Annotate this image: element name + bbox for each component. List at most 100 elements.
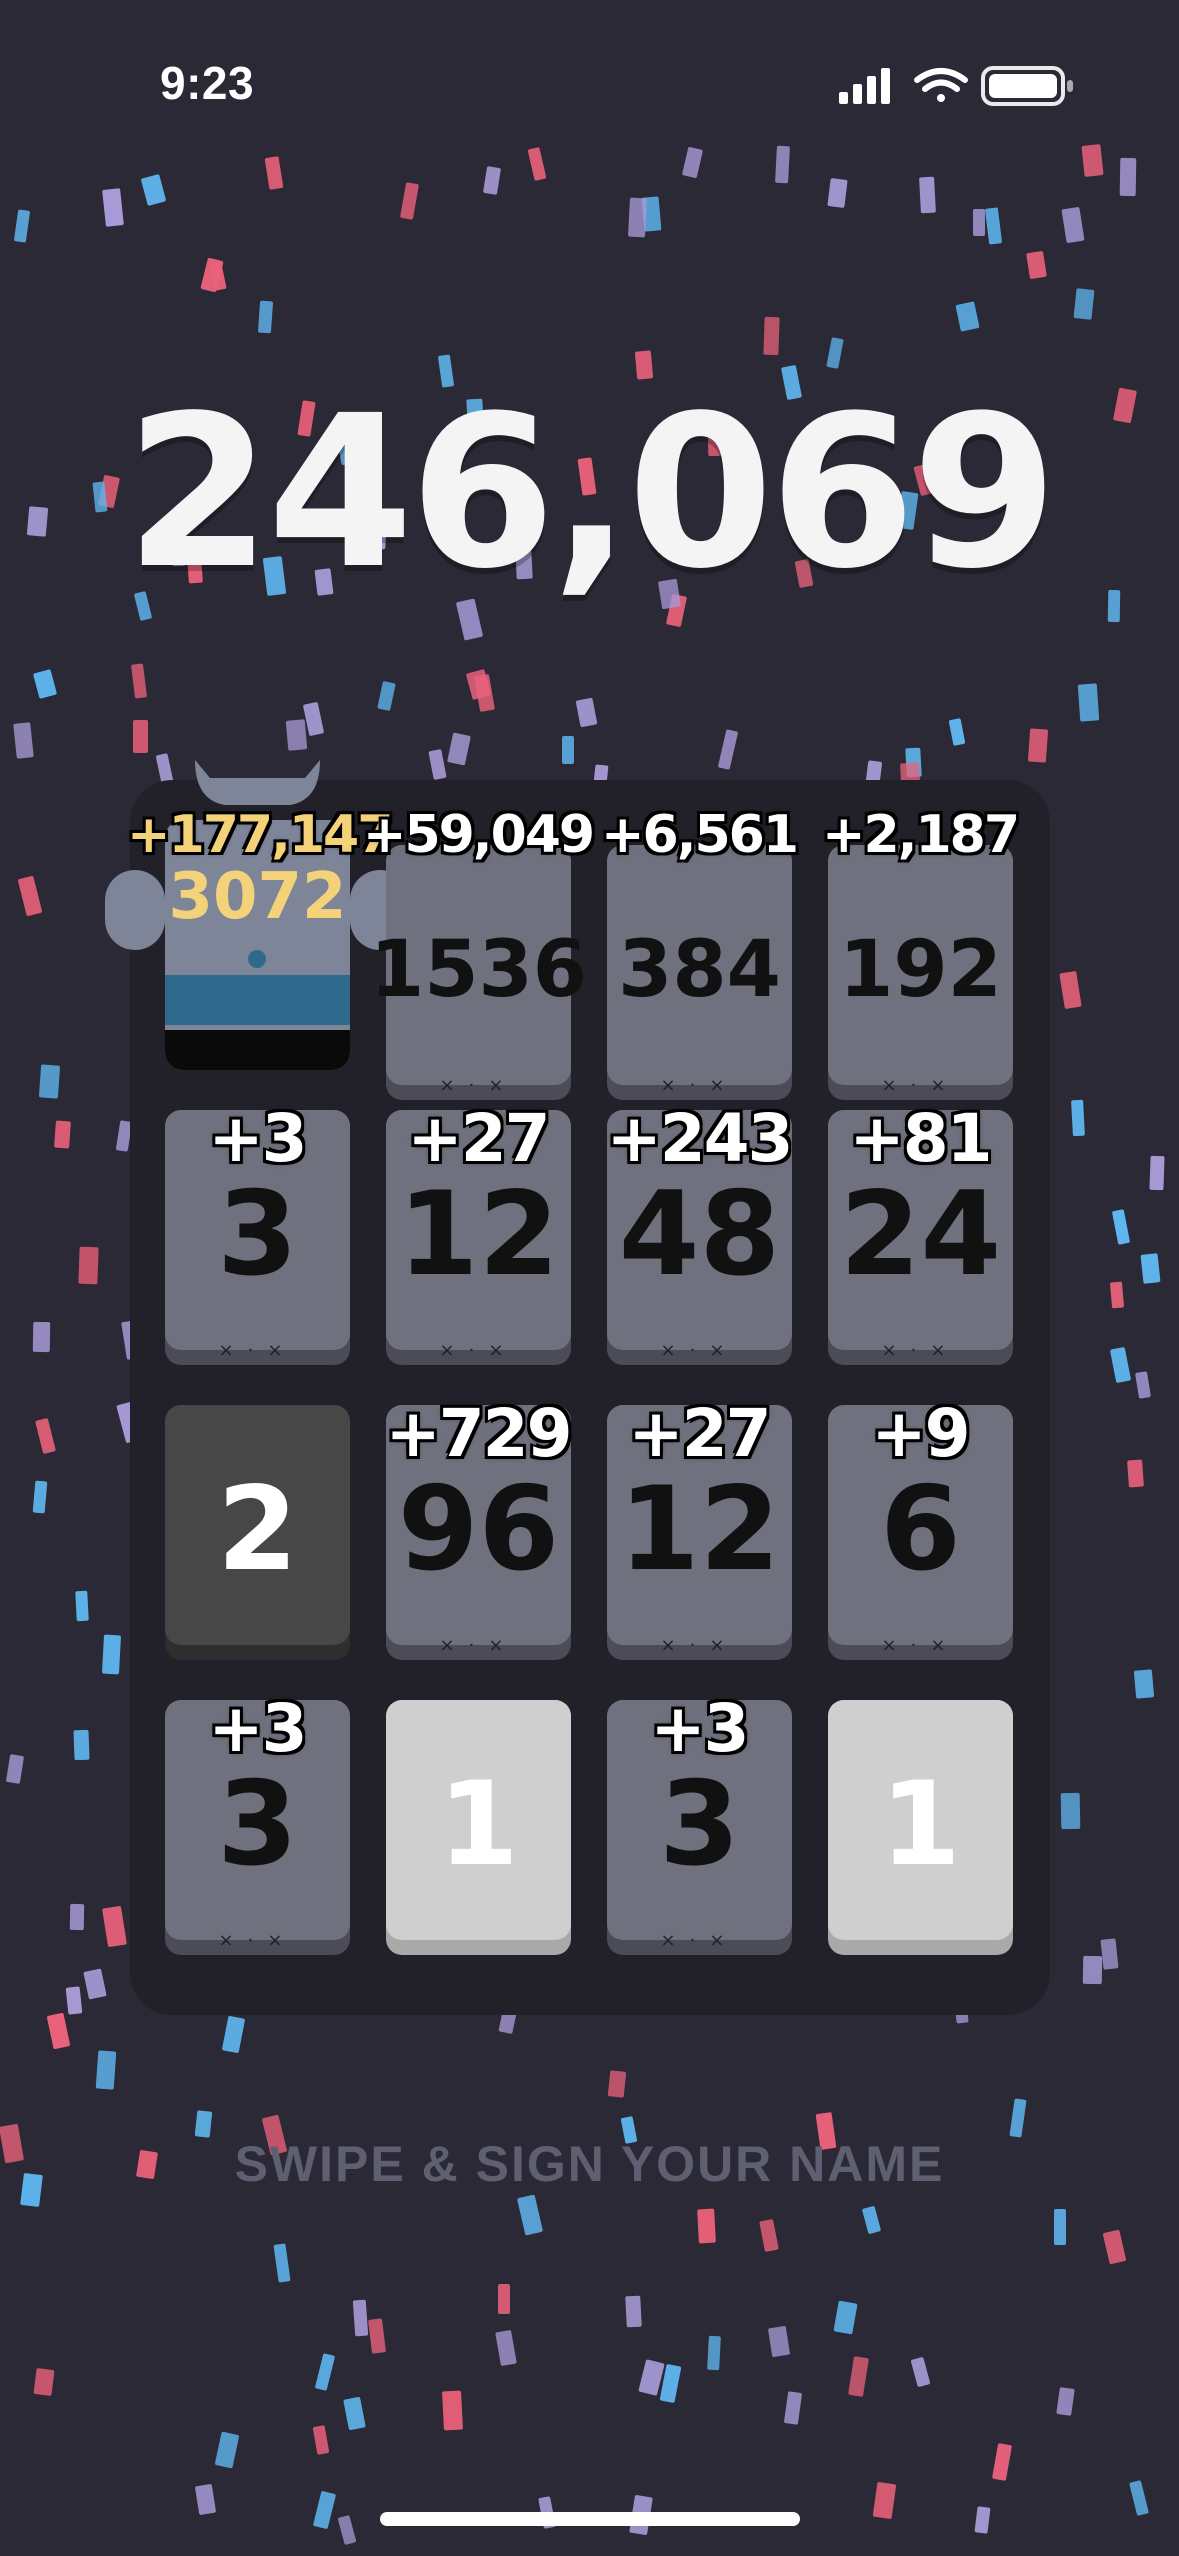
battery-icon (981, 66, 1073, 106)
confetti-piece (872, 2481, 897, 2520)
confetti-piece (1129, 2480, 1149, 2516)
tile-value: 96 (397, 1462, 560, 1597)
tile-face-icon: ×·× (660, 1075, 739, 1096)
confetti-piece (473, 673, 496, 713)
confetti-piece (95, 2050, 117, 2090)
confetti-piece (35, 1417, 56, 1455)
confetti-piece (38, 1064, 61, 1099)
confetti-piece (1102, 2229, 1127, 2265)
tile-value: 6 (880, 1462, 961, 1597)
confetti-piece (264, 156, 284, 190)
confetti-piece (641, 196, 662, 232)
confetti-piece (763, 316, 780, 356)
confetti-piece (775, 145, 790, 184)
home-indicator[interactable] (380, 2512, 800, 2526)
confetti-piece (32, 1321, 51, 1353)
confetti-piece (1081, 144, 1104, 177)
confetti-piece (75, 1590, 89, 1622)
confetti-piece (991, 2443, 1013, 2481)
confetti-piece (1027, 728, 1049, 763)
confetti-piece (627, 197, 648, 238)
bonus-label-r3c4: +9 (870, 1394, 972, 1474)
tile-value: 1 (880, 1757, 961, 1892)
confetti-piece (1127, 1459, 1144, 1488)
confetti-piece (1009, 2098, 1027, 2138)
confetti-piece (102, 188, 124, 227)
confetti-piece (1082, 1955, 1103, 1985)
confetti-piece (1149, 1155, 1165, 1191)
status-icons (839, 66, 1073, 106)
confetti-piece (209, 262, 227, 291)
tile-value: 192 (839, 925, 1002, 1015)
confetti-piece (140, 174, 167, 206)
confetti-piece (759, 2218, 779, 2253)
confetti-piece (955, 301, 980, 332)
tile-value: 2 (217, 1462, 298, 1597)
confetti-piece (495, 2329, 517, 2367)
tile-face: 384 (607, 845, 792, 1085)
confetti-piece (377, 680, 396, 712)
tile-face-icon: ×·× (660, 1930, 739, 1951)
confetti-piece (1109, 1346, 1132, 1384)
confetti-piece (465, 669, 492, 700)
tile-value: 1 (438, 1757, 519, 1892)
confetti-piece (1119, 157, 1137, 197)
swipe-sign-prompt: SWIPE & SIGN YOUR NAME (234, 2136, 945, 2192)
tile-value: 12 (618, 1462, 781, 1597)
confetti-piece (516, 2194, 544, 2236)
confetti-piece (826, 337, 844, 369)
confetti-piece (984, 207, 1003, 245)
confetti-piece (447, 732, 471, 766)
status-time: 9:23 (160, 57, 255, 109)
confetti-piece (697, 2208, 716, 2244)
tile-r3c1: 2 (165, 1405, 350, 1660)
confetti-piece (1071, 1099, 1085, 1137)
confetti-piece (1026, 250, 1047, 280)
tile-face: 2 (165, 1405, 350, 1645)
confetti-piece (101, 1634, 122, 1675)
tile-face-icon: ×·× (660, 1340, 739, 1361)
confetti-piece (13, 209, 31, 243)
confetti-piece (527, 147, 547, 181)
tile-r1c2: 1536 ×·× (370, 845, 587, 1100)
confetti-piece (1054, 2209, 1066, 2245)
confetti-piece (827, 178, 848, 208)
confetti-piece (214, 2431, 240, 2469)
confetti-piece (69, 1903, 85, 1931)
confetti-piece (273, 2243, 291, 2283)
tile-r1c4: 192 ×·× (828, 845, 1013, 1100)
confetti-piece (625, 2295, 642, 2328)
confetti-piece (312, 2490, 337, 2530)
confetti-piece (562, 736, 574, 764)
confetti-piece (73, 1729, 90, 1761)
confetti-piece (257, 300, 274, 334)
confetti-piece (83, 1968, 107, 2000)
confetti-piece (399, 182, 420, 220)
tile-face-icon: ×·× (660, 1635, 739, 1656)
confetti-piece (973, 209, 985, 236)
tile-face-icon: ×·× (218, 1930, 297, 1951)
confetti-piece (428, 749, 447, 780)
confetti-piece (221, 2015, 246, 2054)
tile-value: 3 (217, 1757, 298, 1892)
wifi-icon (914, 68, 968, 102)
confetti-piece (17, 875, 43, 917)
confetti-piece (910, 2356, 931, 2388)
confetti-piece (638, 2359, 665, 2396)
tile-face-icon: ×·× (881, 1075, 960, 1096)
tile-band (165, 975, 350, 1025)
confetti-piece (32, 669, 58, 699)
confetti-piece (102, 1905, 127, 1948)
bonus-label-r4c3: +3 (649, 1689, 751, 1769)
cellular-signal-icon (839, 68, 890, 104)
confetti-piece (1135, 1371, 1151, 1399)
confetti-piece (312, 2425, 330, 2455)
confetti-piece (13, 722, 34, 759)
confetti-piece (948, 718, 966, 746)
confetti-piece (302, 701, 325, 737)
tile-face-icon: ×·× (439, 1635, 518, 1656)
confetti-piece (833, 2300, 858, 2335)
confetti-piece (46, 2012, 71, 2050)
tile-face-icon: ×·× (881, 1635, 960, 1656)
confetti-piece (861, 2205, 882, 2235)
